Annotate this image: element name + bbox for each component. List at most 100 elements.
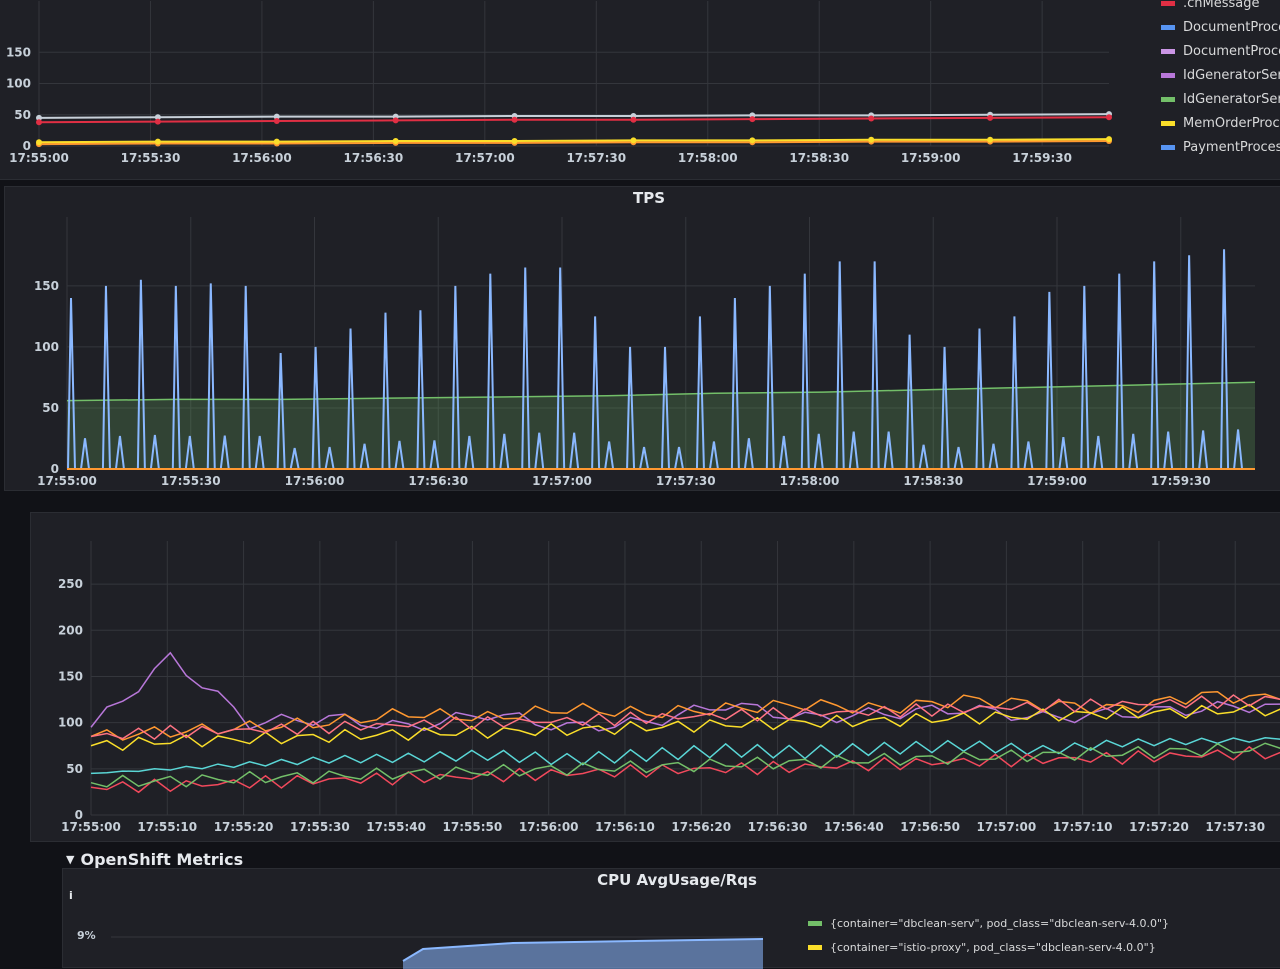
data-point — [987, 136, 994, 143]
x-tick-label: 17:59:00 — [1027, 474, 1087, 488]
cpu-legend-item[interactable]: {container="istio-proxy", pod_class="dbc… — [808, 935, 1169, 959]
top-legend-item[interactable]: .chMessage — [1161, 0, 1280, 15]
x-tick-label: 17:58:00 — [780, 474, 840, 488]
tps-chart: 05010015017:55:00 17:55:30 17:56:00 17:56:3… — [34, 217, 1256, 488]
x-tick-label: 17:59:30 — [1012, 151, 1072, 165]
top-legend-item[interactable]: MemOrderProces — [1161, 111, 1280, 135]
chevron-down-icon: ▼ — [66, 853, 75, 866]
data-point — [511, 116, 518, 123]
data-point — [273, 138, 280, 145]
legend-label: DocumentProces — [1183, 19, 1280, 35]
top-panel: 0 50 100 150 17:55:00 17:55:30 17:56:00 17:56:3… — [0, 0, 1280, 180]
x-tick-label: 17:56:30 — [408, 474, 468, 488]
latency-panel: 0 50 100 150 200 250 17:55:00 17:55:10 17:55:20 1… — [30, 512, 1280, 842]
top-chart: 05010015017:55:00 17:55:30 17:56:00 17:56:3… — [6, 1, 1112, 165]
data-point — [868, 115, 875, 122]
data-point — [630, 137, 637, 144]
x-tick-label: 17:55:10 — [137, 820, 197, 834]
x-tick-label: 17:57:00 — [532, 474, 592, 488]
x-tick-label: 17:55:30 — [121, 151, 181, 165]
x-tick-label: 17:56:50 — [900, 820, 960, 834]
top-legend-item[interactable]: DocumentProces — [1161, 39, 1280, 63]
data-point — [749, 137, 756, 144]
y-tick-label: 150 — [6, 45, 31, 59]
legend-swatch — [1161, 144, 1175, 150]
x-tick-label: 17:57:30 — [1205, 820, 1265, 834]
top-legend-item[interactable]: DocumentProces — [1161, 15, 1280, 39]
x-tick-label: 17:55:00 — [61, 820, 121, 834]
x-tick-label: 17:57:00 — [977, 820, 1037, 834]
legend-label: IdGeneratorServic — [1183, 67, 1280, 83]
x-tick-label: 17:55:40 — [366, 820, 426, 834]
x-tick-label: 17:58:30 — [789, 151, 849, 165]
data-point — [154, 138, 161, 145]
series-line — [90, 651, 1280, 732]
top-legend-item[interactable]: PaymentProcesso — [1161, 135, 1280, 159]
x-tick-label: 17:57:00 — [455, 151, 515, 165]
x-tick-label: 17:58:30 — [903, 474, 963, 488]
y-tick-label: 150 — [58, 669, 83, 683]
x-tick-label: 17:55:30 — [290, 820, 350, 834]
y-tick-label: 150 — [34, 279, 59, 293]
x-tick-label: 17:58:00 — [678, 151, 738, 165]
x-tick-label: 17:57:30 — [566, 151, 626, 165]
data-point — [154, 118, 161, 125]
legend-label: {container="dbclean-serv", pod_class="db… — [830, 916, 1170, 930]
data-point — [1106, 114, 1112, 121]
cpu-legend-item[interactable]: {container="dbclean-serv", pod_class="db… — [808, 911, 1169, 935]
x-tick-label: 17:57:10 — [1053, 820, 1113, 834]
cpu-legend: {container="dbclean-serv", pod_class="db… — [808, 911, 1169, 959]
series-line — [90, 690, 1280, 741]
openshift-row-toggle[interactable]: ▼ OpenShift Metrics — [66, 850, 243, 869]
legend-label: DocumentProces — [1183, 43, 1280, 59]
x-tick-label: 17:57:30 — [656, 474, 716, 488]
x-tick-label: 17:56:20 — [671, 820, 731, 834]
top-legend-item[interactable]: IdGeneratorServic — [1161, 63, 1280, 87]
x-tick-label: 17:56:30 — [344, 151, 404, 165]
data-point — [392, 138, 399, 144]
y-tick-label: 50 — [66, 762, 83, 776]
legend-swatch — [1161, 48, 1175, 54]
data-point — [630, 116, 637, 123]
data-point — [749, 116, 756, 123]
x-tick-label: 17:55:20 — [214, 820, 274, 834]
legend-swatch — [1161, 0, 1175, 6]
data-point — [36, 119, 42, 126]
tps-panel: TPS 0 50 100 150 17:55:00 17:55:30 17:56:00 17:… — [4, 186, 1280, 491]
legend-label: PaymentProcesso — [1183, 139, 1280, 155]
y-tick-label: 50 — [14, 108, 31, 122]
top-legend: .chMessage DocumentProces DocumentProces Id… — [1161, 0, 1280, 159]
baseline-area — [67, 382, 1255, 469]
data-point — [1106, 136, 1112, 143]
x-tick-label: 17:56:10 — [595, 820, 655, 834]
x-tick-label: 17:56:00 — [232, 151, 292, 165]
x-tick-label: 17:55:30 — [161, 474, 221, 488]
legend-swatch — [808, 944, 822, 950]
data-point — [511, 138, 518, 144]
x-tick-label: 17:59:30 — [1151, 474, 1211, 488]
openshift-row-title: OpenShift Metrics — [80, 850, 244, 869]
legend-swatch — [808, 920, 822, 926]
cpu-chart — [111, 936, 764, 969]
y-tick-label: 100 — [58, 716, 83, 730]
legend-label: .chMessage — [1183, 0, 1260, 11]
latency-chart: 05010015020025017:55:00 17:55:10 17:55:20 1… — [58, 541, 1280, 834]
legend-label: {container="istio-proxy", pod_class="dbc… — [830, 940, 1156, 954]
y-tick-label: 200 — [58, 623, 83, 637]
y-tick-label: 50 — [42, 401, 59, 415]
data-point — [36, 139, 42, 146]
x-tick-label: 17:56:00 — [519, 820, 579, 834]
legend-label: MemOrderProces — [1183, 115, 1280, 131]
data-point — [987, 114, 994, 121]
x-tick-label: 17:55:50 — [443, 820, 503, 834]
legend-label: IdGeneratorServic — [1183, 91, 1280, 107]
x-tick-label: 17:59:00 — [901, 151, 961, 165]
legend-swatch — [1161, 72, 1175, 78]
y-tick-label: 100 — [34, 340, 59, 354]
cpu-area — [403, 939, 763, 969]
x-tick-label: 17:56:00 — [285, 474, 345, 488]
top-legend-item[interactable]: IdGeneratorServic — [1161, 87, 1280, 111]
x-tick-label: 17:55:00 — [37, 474, 97, 488]
cpu-panel: CPU AvgUsage/Rqs i 9% {container="dbclea… — [62, 868, 1280, 969]
x-tick-label: 17:57:20 — [1129, 820, 1189, 834]
